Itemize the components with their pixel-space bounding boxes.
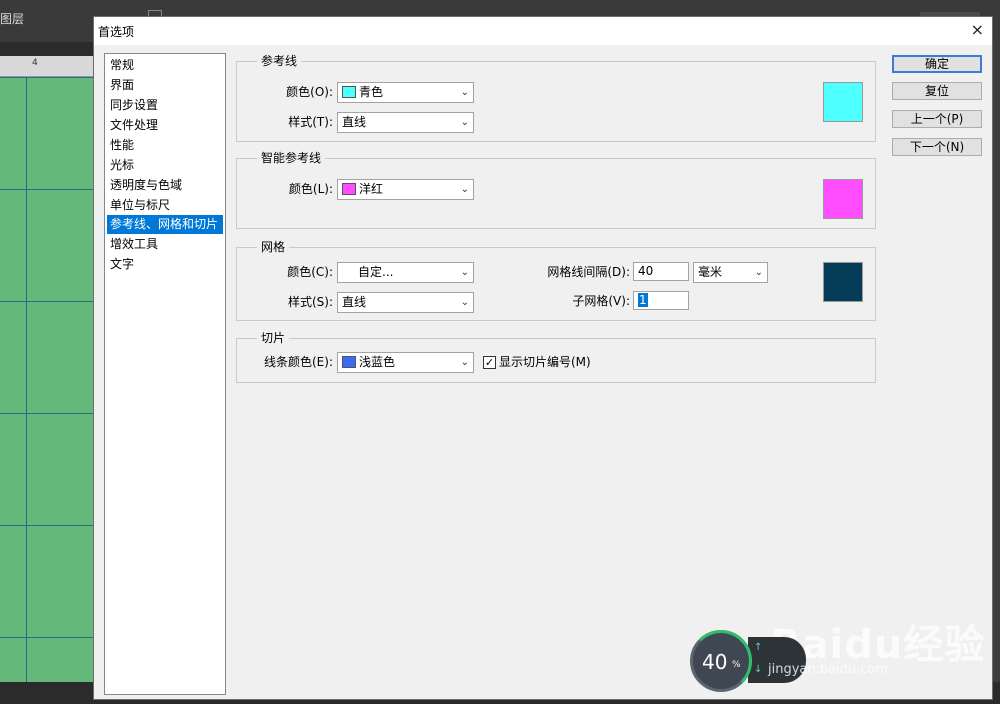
chevron-down-icon: ⌄ xyxy=(460,117,469,128)
grid-unit-select[interactable]: 毫米 ⌄ xyxy=(693,262,768,283)
preferences-dialog: 首选项 × 常规 界面 同步设置 文件处理 性能 光标 透明度与色域 单位与标尺… xyxy=(93,16,993,700)
smart-guides-color-value: 洋红 xyxy=(359,182,384,196)
grid-subdivisions-value: 1 xyxy=(638,293,648,307)
canvas xyxy=(0,77,93,682)
grid-color-label: 颜色(C): xyxy=(287,265,333,279)
grid-spacing-input[interactable]: 40 xyxy=(633,262,689,281)
reset-button[interactable]: 复位 xyxy=(892,82,982,100)
grid-style-label: 样式(S): xyxy=(287,295,333,309)
guides-style-select[interactable]: 直线 ⌄ xyxy=(337,112,474,133)
progress-badge-value: 40 xyxy=(702,650,728,674)
close-icon[interactable]: × xyxy=(971,21,984,39)
grid-spacing-label: 网格线间隔(D): xyxy=(547,265,630,279)
show-slice-numbers-checkbox[interactable]: ✓ xyxy=(483,356,496,369)
guides-group-label: 参考线 xyxy=(257,53,302,69)
grid-subdivisions-input[interactable]: 1 xyxy=(633,291,689,310)
chevron-down-icon: ⌄ xyxy=(460,357,469,368)
smart-guides-color-swatch[interactable] xyxy=(823,179,863,219)
chevron-down-icon: ⌄ xyxy=(460,87,469,98)
chevron-down-icon: ⌄ xyxy=(754,267,763,278)
nav-item-cursors[interactable]: 光标 xyxy=(107,156,223,175)
grid-unit-value: 毫米 xyxy=(698,265,723,279)
slices-line-color-label: 线条颜色(E): xyxy=(264,355,333,369)
nav-item-units-rulers[interactable]: 单位与标尺 xyxy=(107,196,223,215)
next-button[interactable]: 下一个(N) xyxy=(892,138,982,156)
ruler xyxy=(0,56,93,77)
show-slice-numbers-label: 显示切片编号(M) xyxy=(499,355,591,369)
grid-subdivisions-label: 子网格(V): xyxy=(572,294,630,308)
guides-style-value: 直线 xyxy=(342,115,367,129)
nav-item-plugins[interactable]: 增效工具 xyxy=(107,235,223,254)
grid-color-swatch[interactable] xyxy=(823,262,863,302)
guides-color-swatch[interactable] xyxy=(823,82,863,122)
guides-style-label: 样式(T): xyxy=(288,115,333,129)
nav-item-type[interactable]: 文字 xyxy=(107,255,223,274)
grid-group-label: 网格 xyxy=(257,239,290,255)
smart-guides-group: 智能参考线 颜色(L): 洋红 ⌄ xyxy=(236,150,876,229)
smart-guides-group-label: 智能参考线 xyxy=(257,150,326,166)
ok-button[interactable]: 确定 xyxy=(892,55,982,73)
arrow-down-icon: ↓ xyxy=(754,664,763,675)
watermark-url: jingyan.baidu.com xyxy=(768,662,888,677)
slices-line-color-value: 浅蓝色 xyxy=(359,355,396,369)
progress-badge-unit: % xyxy=(732,660,741,670)
arrow-up-icon: ↑ xyxy=(754,642,763,653)
slices-group: 切片 线条颜色(E): 浅蓝色 ⌄ ✓ 显示切片编号(M) xyxy=(236,330,876,383)
grid-color-select[interactable]: 自定... ⌄ xyxy=(337,262,474,283)
guides-color-select[interactable]: 青色 ⌄ xyxy=(337,82,474,103)
slices-group-label: 切片 xyxy=(257,330,290,346)
smart-guides-color-label: 颜色(L): xyxy=(288,182,333,196)
nav-item-transparency[interactable]: 透明度与色域 xyxy=(107,176,223,195)
checkmark-icon: ✓ xyxy=(484,356,495,369)
nav-item-interface[interactable]: 界面 xyxy=(107,76,223,95)
nav-item-file-handling[interactable]: 文件处理 xyxy=(107,116,223,135)
chevron-down-icon: ⌄ xyxy=(460,184,469,195)
smart-guides-color-select[interactable]: 洋红 ⌄ xyxy=(337,179,474,200)
grid-style-value: 直线 xyxy=(342,295,367,309)
slices-line-color-chip xyxy=(342,356,356,368)
dialog-titlebar: 首选项 × xyxy=(94,17,992,45)
guides-color-label: 颜色(O): xyxy=(286,85,333,99)
ruler-number: 4 xyxy=(32,58,38,68)
chevron-down-icon: ⌄ xyxy=(460,267,469,278)
guides-color-value: 青色 xyxy=(359,85,384,99)
chevron-down-icon: ⌄ xyxy=(460,297,469,308)
prev-button[interactable]: 上一个(P) xyxy=(892,110,982,128)
nav-item-performance[interactable]: 性能 xyxy=(107,136,223,155)
grid-color-value: 自定... xyxy=(358,265,394,279)
guides-group: 参考线 颜色(O): 青色 ⌄ 样式(T): 直线 ⌄ xyxy=(236,53,876,142)
layers-panel-label: 图层 xyxy=(0,12,25,26)
nav-item-guides-grid-slices[interactable]: 参考线、网格和切片 xyxy=(107,215,223,234)
preferences-nav-list: 常规 界面 同步设置 文件处理 性能 光标 透明度与色域 单位与标尺 参考线、网… xyxy=(104,53,226,695)
smart-guides-color-chip xyxy=(342,183,356,195)
slices-line-color-select[interactable]: 浅蓝色 ⌄ xyxy=(337,352,474,373)
guides-color-chip xyxy=(342,86,356,98)
nav-item-sync-settings[interactable]: 同步设置 xyxy=(107,96,223,115)
grid-style-select[interactable]: 直线 ⌄ xyxy=(337,292,474,313)
dialog-title: 首选项 xyxy=(98,25,135,39)
grid-group: 网格 颜色(C): 自定... ⌄ 样式(S): 直线 ⌄ 网格线间隔(D): … xyxy=(236,239,876,321)
nav-item-general[interactable]: 常规 xyxy=(107,56,223,75)
